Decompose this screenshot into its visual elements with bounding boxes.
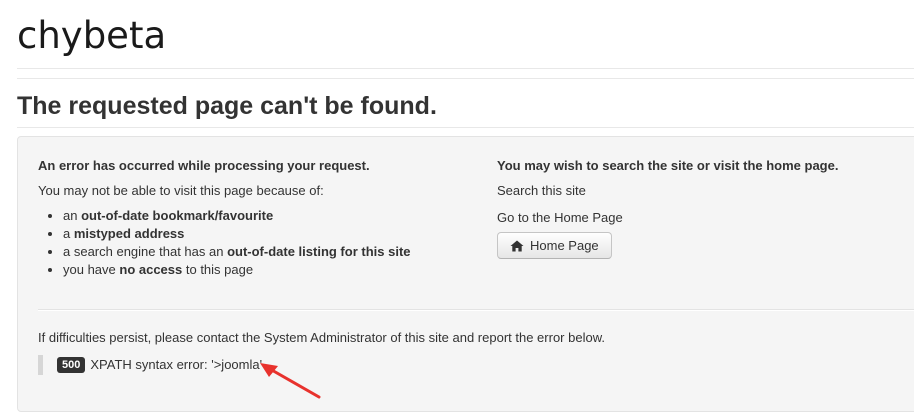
- list-item: you have no access to this page: [63, 261, 478, 279]
- home-icon: [510, 240, 524, 252]
- home-page-link[interactable]: Go to the Home Page: [497, 208, 914, 228]
- home-page-button[interactable]: Home Page: [497, 232, 612, 259]
- error-code-badge: 500: [57, 357, 86, 373]
- error-reasons-column: An error has occurred while processing y…: [38, 151, 478, 279]
- error-heading: An error has occurred while processing y…: [38, 158, 370, 173]
- header-divider: [17, 68, 914, 69]
- error-message: XPATH syntax error: '>joomla': [90, 357, 263, 372]
- navigation-column: You may wish to search the site or visit…: [497, 151, 914, 259]
- section-divider: [38, 309, 914, 311]
- home-page-button-label: Home Page: [530, 238, 599, 253]
- error-panel: An error has occurred while processing y…: [17, 136, 914, 412]
- site-title[interactable]: chybeta: [17, 10, 166, 62]
- header-divider-secondary: [17, 78, 914, 79]
- list-item: a search engine that has an out-of-date …: [63, 243, 478, 261]
- list-item: an out-of-date bookmark/favourite: [63, 207, 478, 225]
- navigation-heading: You may wish to search the site or visit…: [497, 158, 839, 173]
- search-site-link[interactable]: Search this site: [497, 181, 914, 201]
- persist-message: If difficulties persist, please contact …: [38, 330, 605, 345]
- list-item: a mistyped address: [63, 225, 478, 243]
- reasons-list: an out-of-date bookmark/favourite a mist…: [38, 207, 478, 279]
- error-intro: You may not be able to visit this page b…: [38, 183, 324, 198]
- title-divider: [17, 127, 914, 128]
- annotation-arrow-icon: [260, 363, 321, 399]
- error-blockquote: 500 XPATH syntax error: '>joomla': [38, 355, 262, 375]
- page-title: The requested page can't be found.: [17, 92, 437, 120]
